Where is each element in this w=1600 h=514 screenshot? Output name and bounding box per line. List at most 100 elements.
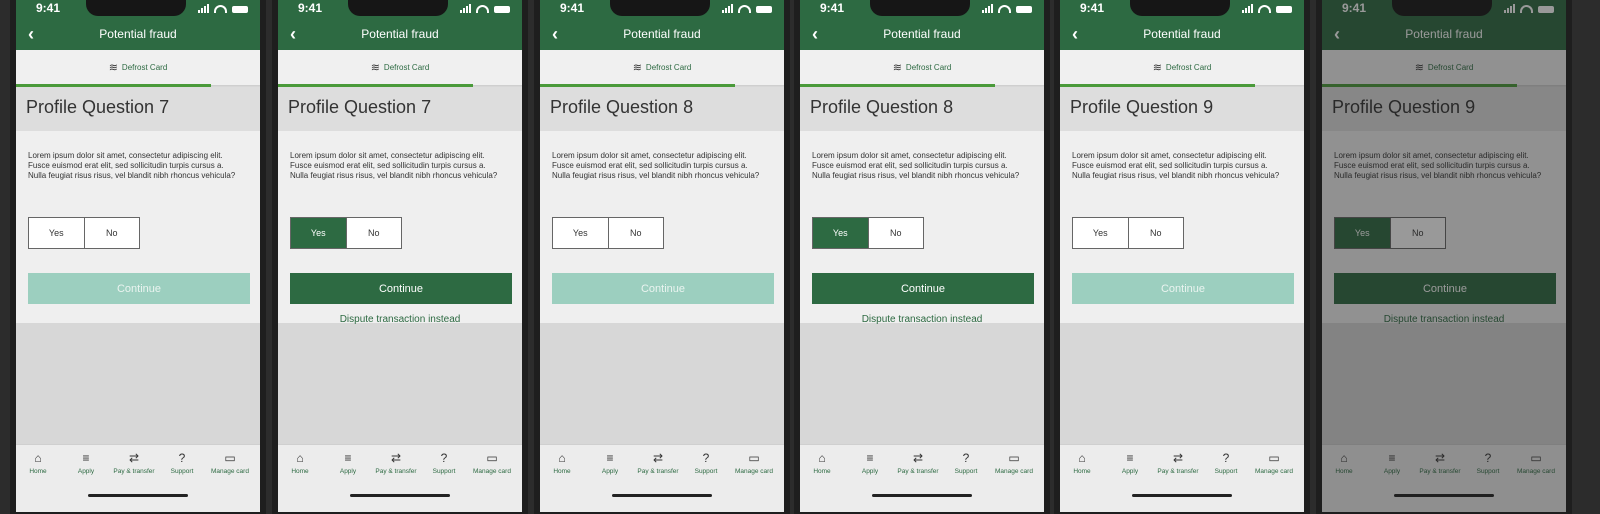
tab-support[interactable]: ? Support	[1202, 451, 1250, 475]
defrost-card-label: Defrost Card	[383, 63, 430, 72]
tab-manage-card[interactable]: ▭ Manage card	[1512, 451, 1560, 475]
battery-icon	[1538, 6, 1554, 13]
tab-label: Apply	[861, 468, 879, 475]
question-body: Lorem ipsum dolor sit amet, consectetur …	[28, 151, 236, 180]
signal-icon	[198, 4, 209, 13]
card-icon: ▭	[1530, 451, 1542, 465]
tab-manage-card[interactable]: ▭ Manage card	[990, 451, 1038, 475]
tab-apply[interactable]: ≡ Apply	[586, 451, 634, 475]
home-indicator	[872, 494, 972, 497]
no-option[interactable]: No	[1389, 218, 1446, 248]
tab-apply[interactable]: ≡ Apply	[324, 451, 372, 475]
tab-home[interactable]: ⌂ Home	[540, 451, 586, 475]
question-body: Lorem ipsum dolor sit amet, consectetur …	[552, 151, 760, 180]
yes-option[interactable]: Yes	[813, 218, 868, 248]
tab-home[interactable]: ⌂ Home	[800, 451, 846, 475]
dispute-transaction-link[interactable]: Dispute transaction instead	[278, 314, 522, 325]
status-bar: 9:41	[278, 0, 522, 20]
tab-label: Manage card	[995, 468, 1033, 475]
no-option[interactable]: No	[607, 218, 664, 248]
tab-label: Apply	[1383, 468, 1401, 475]
tab-label: Pay & transfer	[375, 468, 417, 475]
tab-apply[interactable]: ≡ Apply	[846, 451, 894, 475]
question-icon: ?	[1484, 451, 1492, 465]
wifi-icon	[214, 5, 227, 13]
yes-option[interactable]: Yes	[291, 218, 346, 248]
tab-home[interactable]: ⌂ Home	[1060, 451, 1106, 475]
tab-label: Home	[813, 468, 831, 475]
tab-label: Pay & transfer	[113, 468, 155, 475]
status-icons	[722, 4, 772, 13]
tab-support[interactable]: ? Support	[942, 451, 990, 475]
transfer-icon: ⇄	[390, 451, 402, 465]
tab-support[interactable]: ? Support	[158, 451, 206, 475]
battery-icon	[494, 6, 510, 13]
tab-pay-transfer[interactable]: ⇄ Pay & transfer	[372, 451, 420, 475]
continue-button[interactable]: Continue	[552, 273, 774, 304]
notch	[870, 0, 970, 16]
nav-bar: ‹ Potential fraud	[1060, 20, 1304, 50]
continue-button[interactable]: Continue	[1334, 273, 1556, 304]
heat-waves-icon: ≋	[1152, 62, 1162, 74]
tab-support[interactable]: ? Support	[682, 451, 730, 475]
transfer-icon: ⇄	[912, 451, 924, 465]
tab-home[interactable]: ⌂ Home	[16, 451, 62, 475]
yes-option[interactable]: Yes	[1335, 218, 1390, 248]
tab-label: Pay & transfer	[897, 468, 939, 475]
yes-no-toggle: Yes No	[812, 217, 924, 249]
tab-label: Manage card	[473, 468, 511, 475]
continue-button[interactable]: Continue	[812, 273, 1034, 304]
defrost-card-button[interactable]: ≋ Defrost Card	[278, 50, 522, 86]
tab-pay-transfer[interactable]: ⇄ Pay & transfer	[1416, 451, 1464, 475]
nav-bar: ‹ Potential fraud	[540, 20, 784, 50]
tab-pay-transfer[interactable]: ⇄ Pay & transfer	[110, 451, 158, 475]
tab-pay-transfer[interactable]: ⇄ Pay & transfer	[894, 451, 942, 475]
defrost-card-button[interactable]: ≋ Defrost Card	[800, 50, 1044, 86]
no-option[interactable]: No	[1127, 218, 1184, 248]
tab-apply[interactable]: ≡ Apply	[1368, 451, 1416, 475]
defrost-card-button[interactable]: ≋ Defrost Card	[540, 50, 784, 86]
status-icons	[460, 4, 510, 13]
notch	[1392, 0, 1492, 16]
tab-manage-card[interactable]: ▭ Manage card	[730, 451, 778, 475]
tab-manage-card[interactable]: ▭ Manage card	[1250, 451, 1298, 475]
continue-button[interactable]: Continue	[1072, 273, 1294, 304]
no-option[interactable]: No	[83, 218, 140, 248]
tab-home[interactable]: ⌂ Home	[278, 451, 324, 475]
dispute-transaction-link[interactable]: Dispute transaction instead	[800, 314, 1044, 325]
tab-label: Support	[954, 468, 978, 475]
dispute-transaction-link[interactable]: Dispute transaction instead	[1322, 314, 1566, 325]
yes-option[interactable]: Yes	[29, 218, 84, 248]
tab-support[interactable]: ? Support	[1464, 451, 1512, 475]
home-icon: ⌂	[296, 451, 304, 465]
defrost-card-button[interactable]: ≋ Defrost Card	[1060, 50, 1304, 86]
defrost-card-button[interactable]: ≋ Defrost Card	[16, 50, 260, 86]
question-content: Lorem ipsum dolor sit amet, consectetur …	[1322, 131, 1566, 325]
continue-button[interactable]: Continue	[290, 273, 512, 304]
tab-pay-transfer[interactable]: ⇄ Pay & transfer	[1154, 451, 1202, 475]
tab-home[interactable]: ⌂ Home	[1322, 451, 1368, 475]
tab-manage-card[interactable]: ▭ Manage card	[468, 451, 516, 475]
defrost-card-label: Defrost Card	[121, 63, 168, 72]
no-option[interactable]: No	[867, 218, 924, 248]
tab-label: Support	[1214, 468, 1238, 475]
battery-icon	[756, 6, 772, 13]
tab-manage-card[interactable]: ▭ Manage card	[206, 451, 254, 475]
no-option[interactable]: No	[345, 218, 402, 248]
yes-option[interactable]: Yes	[553, 218, 608, 248]
tab-apply[interactable]: ≡ Apply	[1106, 451, 1154, 475]
nav-title: Potential fraud	[883, 27, 961, 41]
defrost-card-button[interactable]: ≋ Defrost Card	[1322, 50, 1566, 86]
yes-option[interactable]: Yes	[1073, 218, 1128, 248]
home-icon: ⌂	[1340, 451, 1348, 465]
tab-apply[interactable]: ≡ Apply	[62, 451, 110, 475]
question-heading: Profile Question 9	[1070, 97, 1214, 117]
heat-waves-icon: ≋	[892, 62, 902, 74]
heading-band: Profile Question 9	[1060, 87, 1304, 131]
heading-band: Profile Question 8	[800, 87, 1044, 131]
transfer-icon: ⇄	[1434, 451, 1446, 465]
coins-icon: ≡	[1388, 451, 1396, 465]
tab-pay-transfer[interactable]: ⇄ Pay & transfer	[634, 451, 682, 475]
continue-button[interactable]: Continue	[28, 273, 250, 304]
tab-support[interactable]: ? Support	[420, 451, 468, 475]
